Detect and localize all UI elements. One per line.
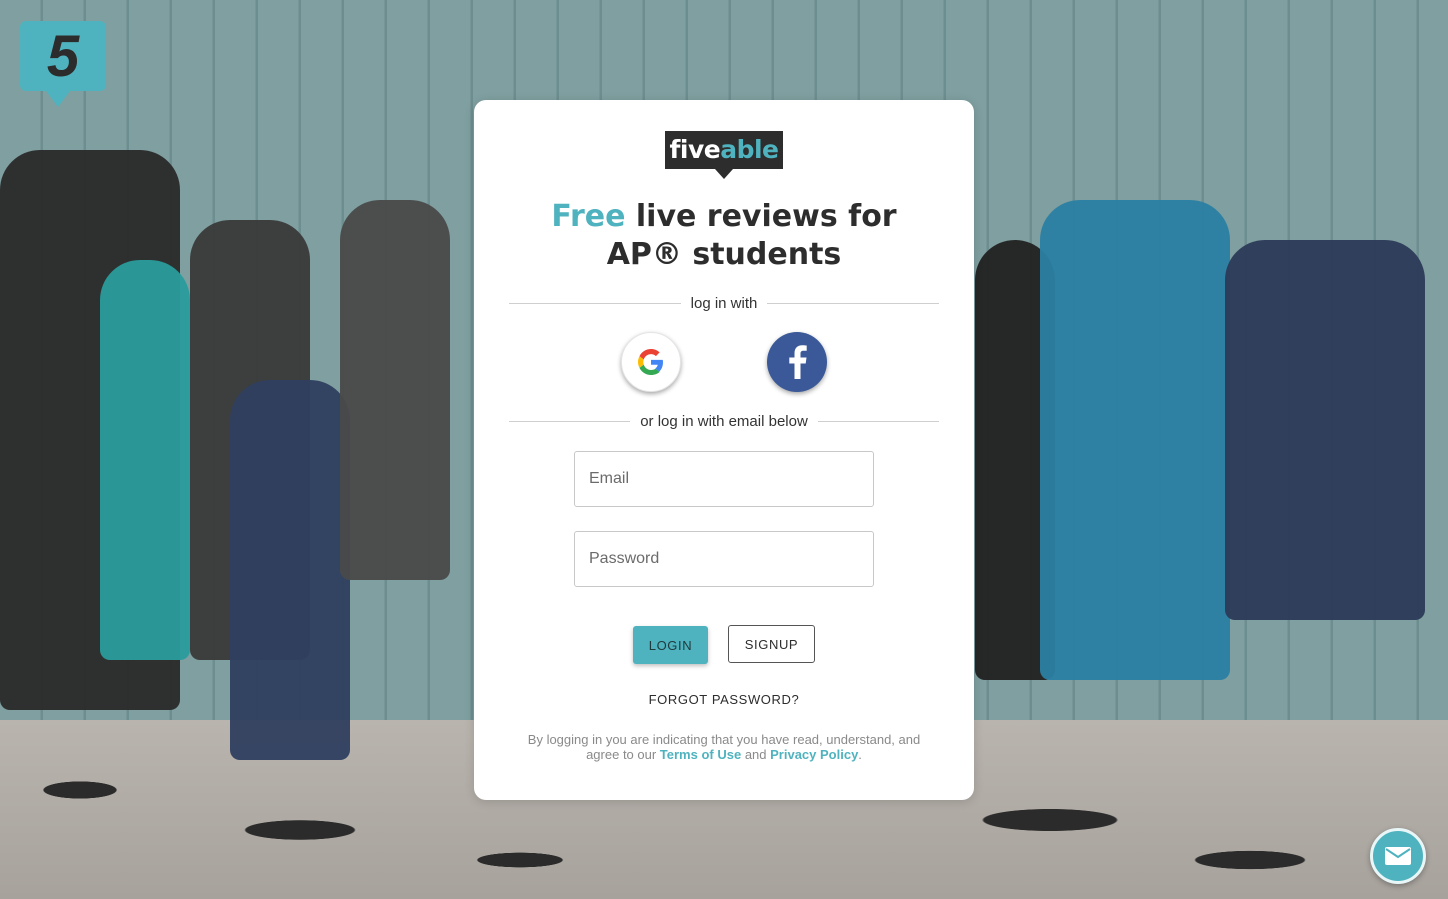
email-divider-label: or log in with email below: [640, 412, 808, 430]
login-button[interactable]: LOGIN: [633, 626, 708, 664]
page-headline: Free live reviews for AP® students: [474, 198, 974, 274]
fiveable-logo: fiveable: [665, 131, 783, 179]
facebook-login-button[interactable]: [767, 332, 827, 392]
signup-button[interactable]: SIGNUP: [728, 625, 815, 663]
headline-line2: AP® students: [606, 237, 842, 272]
login-card: fiveable Free live reviews for AP® stude…: [474, 100, 974, 800]
email-divider: or log in with email below: [509, 411, 940, 431]
divider-line: [817, 420, 940, 422]
google-login-button[interactable]: [621, 332, 681, 392]
social-divider: log in with: [509, 293, 940, 313]
legal-middle: and: [741, 747, 771, 762]
logo-text-able: able: [720, 135, 779, 164]
google-icon: [638, 349, 663, 375]
divider-line: [767, 302, 940, 304]
legal-notice: By logging in you are indicating that yo…: [514, 732, 934, 762]
brand-badge-text: 5: [46, 23, 80, 89]
privacy-policy-link[interactable]: Privacy Policy: [770, 747, 858, 762]
brand-badge-logo[interactable]: 5: [20, 21, 106, 107]
terms-of-use-link[interactable]: Terms of Use: [660, 747, 741, 762]
divider-line: [509, 302, 681, 304]
logo-text-five: five: [669, 135, 721, 164]
contact-mail-button[interactable]: [1370, 828, 1426, 884]
headline-accent: Free: [551, 199, 626, 234]
divider-line: [509, 420, 631, 422]
forgot-password-link[interactable]: FORGOT PASSWORD?: [474, 692, 974, 707]
mail-icon: [1385, 847, 1411, 865]
password-field[interactable]: [574, 531, 874, 587]
social-divider-label: log in with: [690, 294, 758, 312]
email-field[interactable]: [574, 451, 874, 507]
headline-line1: live reviews for: [625, 199, 897, 234]
legal-suffix: .: [858, 747, 862, 762]
facebook-icon: [789, 345, 807, 379]
